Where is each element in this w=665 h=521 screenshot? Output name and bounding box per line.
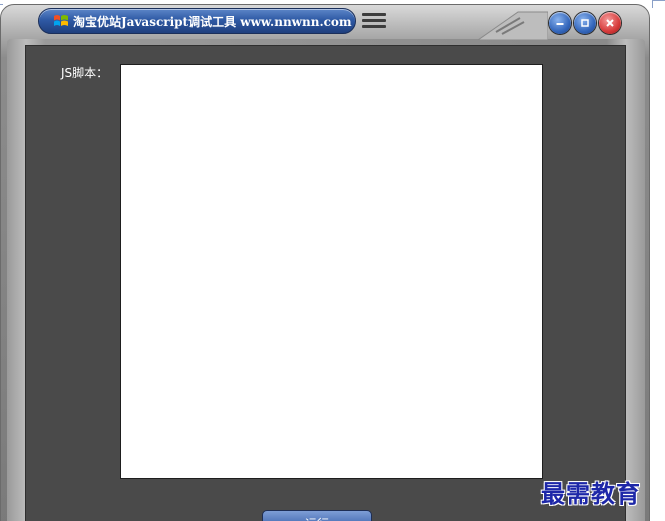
js-script-input[interactable] [120, 64, 543, 479]
menu-icon[interactable] [362, 13, 386, 29]
minimize-button[interactable] [549, 12, 571, 34]
maximize-icon [581, 19, 589, 27]
minimize-icon [556, 23, 564, 25]
windows-logo-icon [54, 15, 68, 26]
title-decoration [478, 11, 548, 40]
title-bar[interactable]: 淘宝优站Javascript调试工具 www.nnwnn.com [38, 8, 356, 34]
window-title: 淘宝优站Javascript调试工具 www.nnwnn.com [73, 14, 352, 29]
js-script-label: JS脚本： [61, 66, 109, 80]
edge-mark [0, 4, 3, 5]
maximize-button[interactable] [574, 12, 596, 34]
close-button[interactable] [599, 12, 621, 34]
watermark-text: 最需教育 [541, 479, 641, 508]
app-root: 淘宝优站Javascript调试工具 www.nnwnn.com JS脚本： 运… [0, 0, 665, 521]
run-button[interactable]: 运行 [262, 510, 372, 521]
corner-mark [652, 0, 665, 8]
close-icon [606, 19, 614, 27]
